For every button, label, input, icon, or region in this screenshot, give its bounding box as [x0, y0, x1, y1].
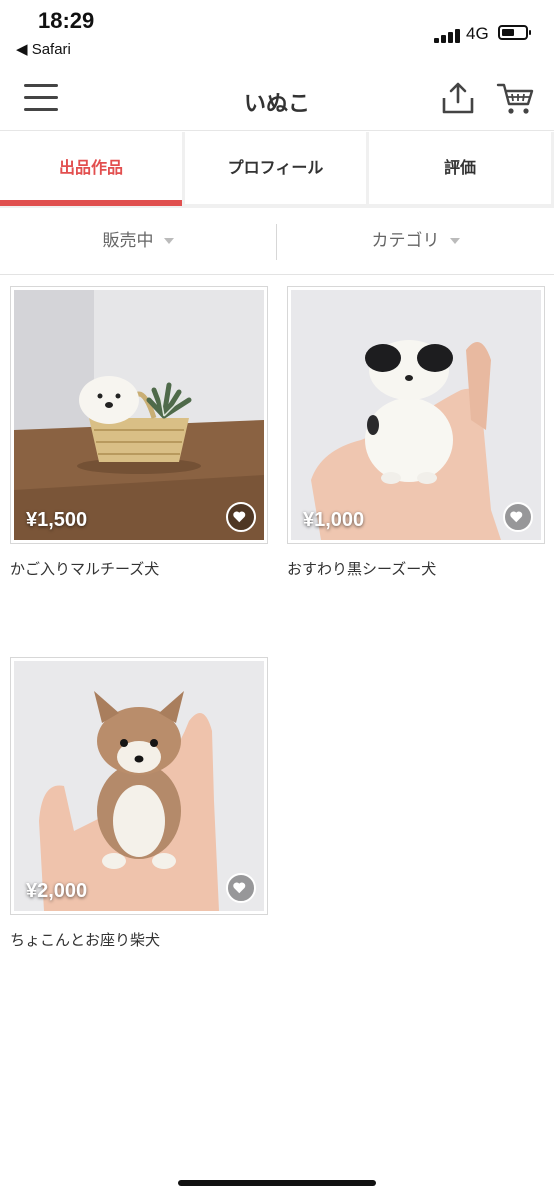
product-name: ちょこんとお座り柴犬	[10, 931, 161, 949]
product-photo: ¥1,500	[14, 290, 264, 540]
caret-down-icon	[163, 238, 174, 244]
tab-bar: 出品作品 プロフィール 評価	[0, 132, 554, 208]
product-card[interactable]: ¥1,500 かご入りマルチーズ犬	[10, 286, 268, 579]
product-image-frame: ¥1,000	[287, 286, 545, 544]
app-header: いぬこ	[0, 70, 554, 131]
caret-down-icon	[449, 238, 460, 244]
signal-icon	[434, 27, 462, 43]
active-tab-indicator	[0, 200, 182, 206]
tab-listings[interactable]: 出品作品	[0, 132, 182, 204]
category-filter-dropdown[interactable]: カテゴリ	[277, 208, 554, 274]
heart-icon[interactable]	[226, 873, 256, 903]
status-bar: 18:29 ◀ Safari 4G	[0, 0, 554, 70]
filter-bar: 販売中 カテゴリ	[0, 208, 554, 275]
home-indicator[interactable]	[178, 1180, 376, 1186]
product-name: おすわり黒シーズー犬	[287, 560, 437, 578]
heart-icon[interactable]	[226, 502, 256, 532]
tab-reviews[interactable]: 評価	[369, 132, 551, 204]
product-image-frame: ¥1,500	[10, 286, 268, 544]
share-icon[interactable]	[440, 80, 476, 116]
cart-icon[interactable]	[496, 82, 534, 116]
product-price: ¥1,000	[303, 509, 365, 531]
status-time: 18:29	[38, 8, 95, 33]
product-image-frame: ¥2,000	[10, 657, 268, 915]
product-name: かご入りマルチーズ犬	[10, 560, 160, 578]
back-to-safari-link[interactable]: ◀ Safari	[16, 40, 71, 58]
status-filter-dropdown[interactable]: 販売中	[0, 208, 276, 274]
product-price: ¥2,000	[26, 880, 88, 902]
network-type: 4G	[466, 24, 489, 43]
battery-icon	[498, 25, 531, 40]
product-photo: ¥2,000	[14, 661, 264, 911]
heart-icon[interactable]	[503, 502, 533, 532]
product-photo: ¥1,000	[291, 290, 541, 540]
product-card[interactable]: ¥1,000 おすわり黒シーズー犬	[287, 286, 545, 579]
category-filter-label: カテゴリ	[371, 231, 440, 251]
status-filter-label: 販売中	[102, 231, 154, 251]
product-price: ¥1,500	[26, 509, 88, 531]
product-card[interactable]: ¥2,000 ちょこんとお座り柴犬	[10, 657, 268, 950]
tab-profile[interactable]: プロフィール	[185, 132, 366, 204]
